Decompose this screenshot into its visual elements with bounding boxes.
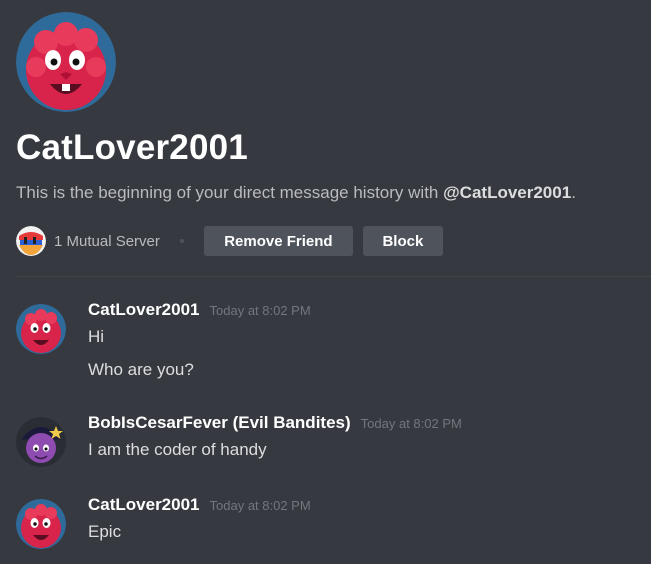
dm-channel: CatLover2001 This is the beginning of yo… [0, 0, 651, 564]
message-text: I am the coder of handy [88, 440, 267, 459]
dm-intro-suffix: . [571, 183, 576, 202]
author-name[interactable]: BobIsCesarFever (Evil Bandites) [88, 413, 351, 433]
mutual-server-icon[interactable] [16, 226, 46, 256]
message-timestamp: Today at 8:02 PM [209, 303, 311, 318]
dm-intro-prefix: This is the beginning of your direct mes… [16, 183, 444, 202]
message-group: BobIsCesarFever (Evil Bandites) Today at… [16, 413, 636, 467]
mutual-servers-link[interactable]: 1 Mutual Server [54, 233, 160, 250]
message-header: CatLover2001 Today at 8:02 PM [88, 300, 636, 322]
author-name[interactable]: CatLover2001 [88, 495, 200, 515]
remove-friend-button[interactable]: Remove Friend [203, 226, 353, 256]
message-body: CatLover2001 Today at 8:02 PM Epic [88, 495, 636, 543]
flippy-avatar-icon [16, 499, 66, 549]
header-divider [16, 276, 651, 277]
message-timestamp: Today at 8:02 PM [209, 498, 311, 513]
purple-character-avatar-icon [16, 417, 66, 467]
flippy-avatar-icon [16, 304, 66, 354]
profile-username: CatLover2001 [16, 128, 248, 167]
author-name[interactable]: CatLover2001 [88, 300, 200, 320]
flippy-avatar-icon [16, 12, 116, 112]
author-avatar[interactable] [16, 417, 66, 467]
profile-avatar[interactable] [16, 12, 116, 112]
profile-actions: 1 Mutual Server Remove Friend Block [16, 225, 453, 257]
dm-intro-text: This is the beginning of your direct mes… [16, 182, 636, 204]
separator-dot [179, 239, 184, 243]
message-body: BobIsCesarFever (Evil Bandites) Today at… [88, 413, 636, 461]
user-mention[interactable]: @CatLover2001 [443, 183, 571, 202]
server-logo-icon [16, 226, 46, 256]
block-button[interactable]: Block [362, 226, 443, 256]
message-body: CatLover2001 Today at 8:02 PM Hi Who are… [88, 300, 636, 381]
message-header: CatLover2001 Today at 8:02 PM [88, 495, 636, 517]
message-group: CatLover2001 Today at 8:02 PM Epic [16, 495, 636, 549]
message-text: Hi [88, 327, 105, 346]
author-avatar[interactable] [16, 499, 66, 549]
author-avatar[interactable] [16, 304, 66, 354]
message-timestamp: Today at 8:02 PM [360, 416, 462, 431]
message-text: Epic [88, 522, 122, 541]
message-text: Who are you? [88, 360, 194, 379]
dm-header: CatLover2001 This is the beginning of yo… [16, 12, 636, 204]
message-group: CatLover2001 Today at 8:02 PM Hi Who are… [16, 300, 636, 381]
message-header: BobIsCesarFever (Evil Bandites) Today at… [88, 413, 636, 435]
